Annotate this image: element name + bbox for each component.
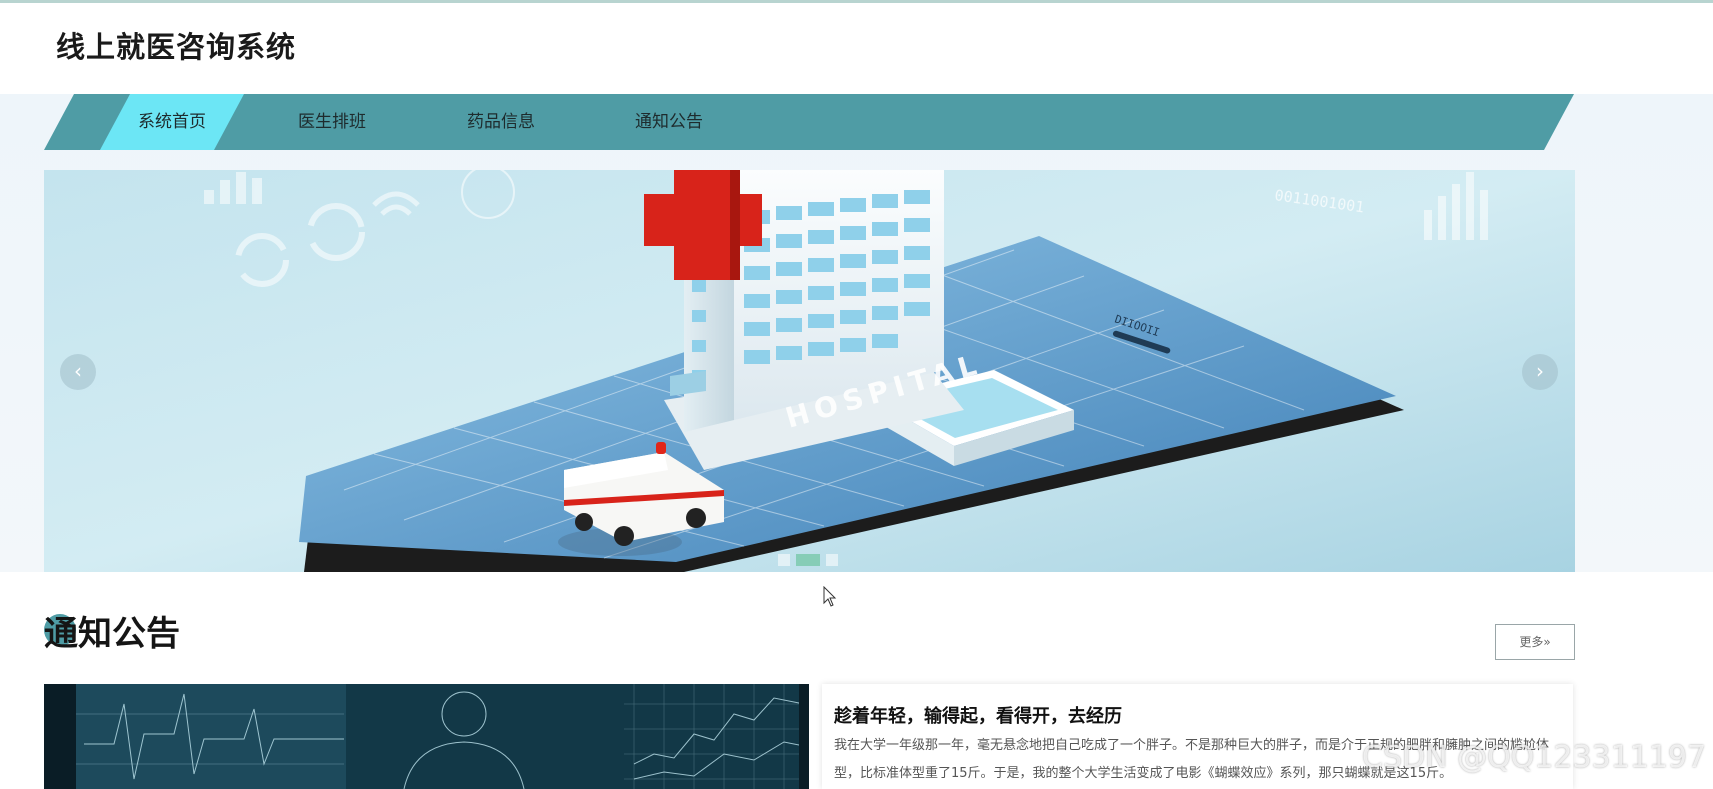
carousel-indicators: [778, 554, 838, 566]
nav-item-doctor-schedule[interactable]: 医生排班: [260, 94, 404, 150]
nav-item-notices[interactable]: 通知公告: [597, 94, 741, 150]
carousel-prev-button[interactable]: ‹: [60, 354, 96, 390]
nav-item-medicine-info[interactable]: 药品信息: [429, 94, 573, 150]
watermark-text: CSDN @QQ123311197: [1362, 740, 1707, 775]
hero-carousel: 0011001001 DIIOOII HOSPITAL ‹ ›: [44, 170, 1575, 572]
carousel-dot-1[interactable]: [778, 554, 790, 566]
carousel-dot-3[interactable]: [826, 554, 838, 566]
main-nav: 系统首页 医生排班 药品信息 通知公告: [44, 94, 1574, 150]
top-accent-line: [0, 0, 1713, 3]
hospital-illustration: 0011001001 DIIOOII HOSPITAL: [44, 170, 1575, 572]
carousel-dot-2[interactable]: [796, 554, 820, 566]
mouse-cursor-icon: [823, 586, 837, 607]
section-title: 通知公告: [44, 614, 180, 654]
more-button[interactable]: 更多»: [1495, 624, 1575, 660]
carousel-next-button[interactable]: ›: [1522, 354, 1558, 390]
medical-tech-image: [44, 684, 809, 789]
notice-section-header: 通知公告: [44, 612, 180, 656]
notice-title[interactable]: 趁着年轻，输得起，看得开，去经历: [834, 702, 1122, 728]
chevron-right-icon: ›: [1536, 359, 1544, 383]
notice-image[interactable]: [44, 684, 809, 789]
chevron-left-icon: ‹: [74, 359, 82, 383]
site-title: 线上就医咨询系统: [56, 30, 297, 64]
